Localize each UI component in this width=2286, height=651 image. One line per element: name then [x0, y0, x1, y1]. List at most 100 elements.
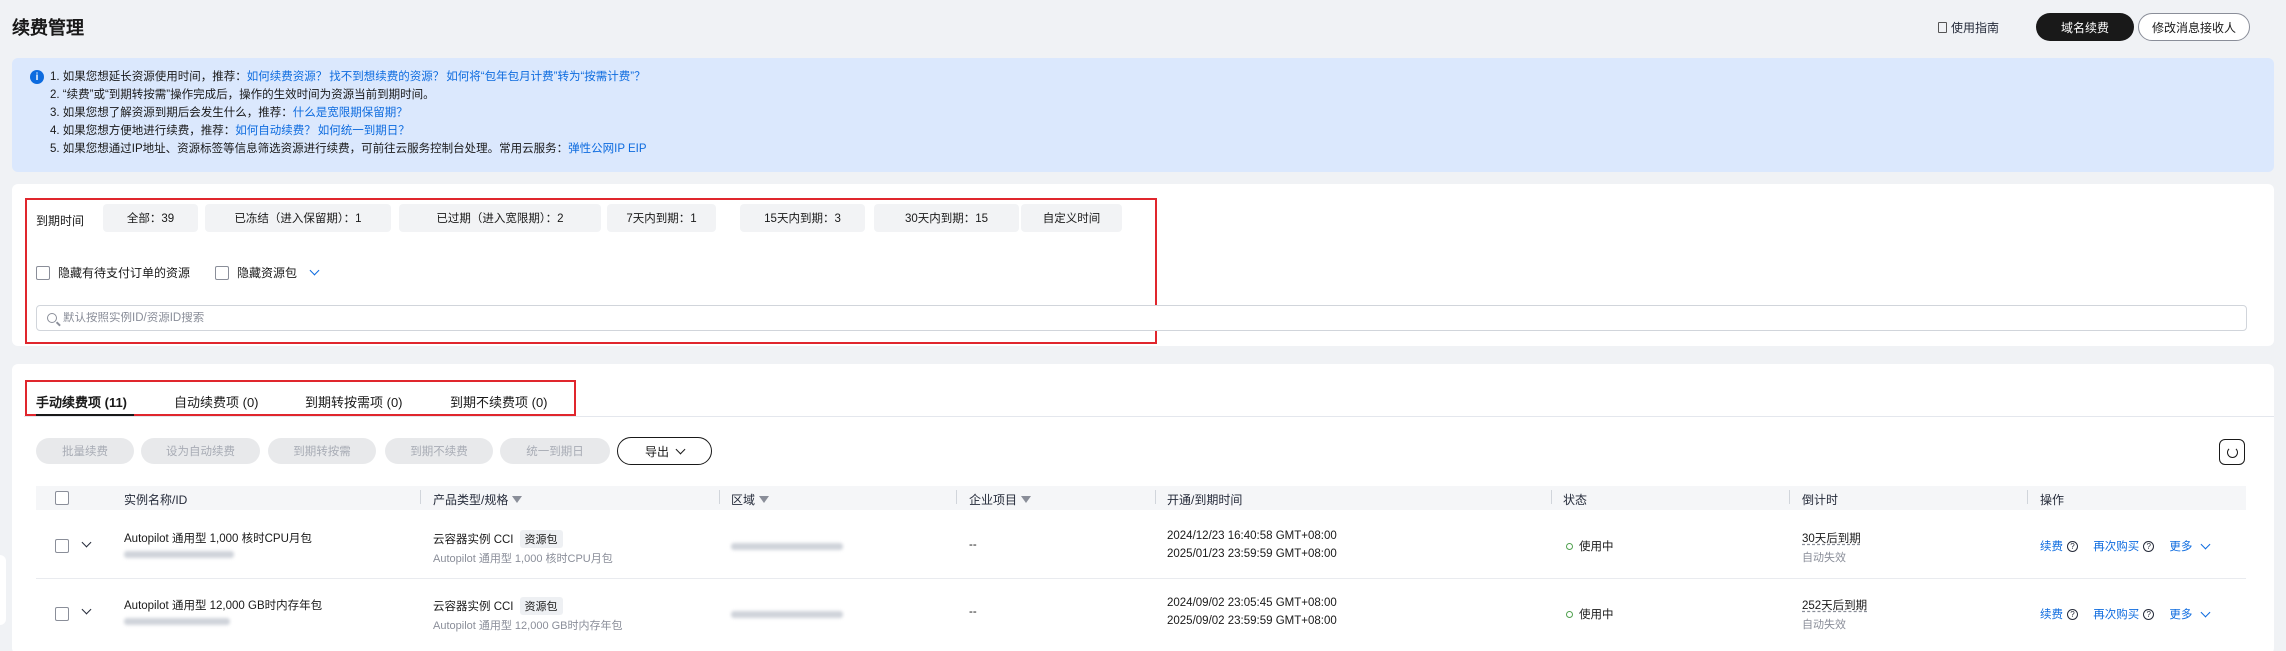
tab-to-pay-per-use[interactable]: 到期转按需项 (0) — [305, 392, 403, 411]
notice-line-2: 2. “续费”或“到期转按需”操作完成后，操作的生效时间为资源当前到期时间。 — [50, 86, 2260, 104]
notice-link[interactable]: 找不到想续费的资源？ — [329, 71, 444, 83]
help-icon[interactable]: ? — [2067, 540, 2078, 552]
hide-pending-orders-label: 隐藏有待支付订单的资源 — [58, 266, 191, 280]
help-icon[interactable]: ? — [2143, 608, 2155, 620]
chip-7days[interactable]: 7天内到期：1 — [607, 204, 716, 232]
tab-manual-renewal[interactable]: 手动续费项 (11) — [36, 392, 127, 411]
search-icon — [47, 313, 57, 323]
col-label: 企业项目 — [969, 493, 1018, 507]
expiry-filter-label: 到期时间 — [36, 214, 85, 228]
product-name: 云容器实例 CCI — [433, 601, 514, 613]
col-countdown: 倒计时 — [1802, 491, 1838, 508]
product-type: 云容器实例 CCI 资源包 — [433, 597, 563, 615]
filter-icon[interactable] — [759, 496, 770, 503]
filter-icon[interactable] — [1021, 496, 1032, 503]
instance-id-masked — [124, 616, 230, 628]
product-name: 云容器实例 CCI — [433, 534, 514, 546]
more-label: 更多 — [2169, 609, 2193, 621]
countdown: 252天后到期 — [1802, 600, 1868, 612]
notice-link[interactable]: 弹性公网IP EIP — [568, 143, 646, 155]
hide-resource-packages-option[interactable]: 隐藏资源包 — [215, 264, 320, 281]
rebuy-label: 再次购买 — [2093, 541, 2140, 553]
status: 使用中 — [1566, 606, 1614, 622]
column-divider — [719, 490, 720, 504]
resource-package-tag: 资源包 — [519, 530, 563, 548]
resource-package-tag: 资源包 — [519, 597, 563, 615]
notice-line-3: 3. 如果您想了解资源到期后会发生什么，推荐：什么是宽限期保留期？ — [50, 104, 2260, 122]
usage-guide-link[interactable]: 使用指南 — [1938, 19, 1999, 36]
product-type: 云容器实例 CCI 资源包 — [433, 530, 563, 548]
instance-id-masked — [124, 549, 234, 561]
help-icon[interactable]: ? — [2143, 540, 2155, 552]
column-divider — [1155, 490, 1156, 504]
row-checkbox[interactable] — [55, 607, 69, 621]
modify-recipient-button[interactable]: 修改消息接收人 — [2138, 13, 2250, 41]
col-open-expiry-time: 开通/到期时间 — [1167, 491, 1242, 508]
hide-pending-orders-option[interactable]: 隐藏有待支付订单的资源 — [36, 264, 190, 281]
enterprise-project: -- — [969, 606, 977, 618]
notice-text: 4. 如果您想方便地进行续费，推荐： — [50, 125, 236, 137]
refresh-button[interactable] — [2219, 439, 2245, 465]
row-operations: 续费? 再次购买? 更多 — [2040, 538, 2211, 554]
renew-link[interactable]: 续费? — [2040, 538, 2078, 554]
col-label: 操作 — [2040, 493, 2065, 507]
chip-all[interactable]: 全部：39 — [103, 204, 198, 232]
tab-divider — [24, 416, 2274, 417]
notice-link[interactable]: 如何将“包年包月计费”转为“按需计费”？ — [446, 71, 645, 83]
notice-link[interactable]: 如何续费资源？ — [247, 71, 328, 83]
page-title: 续费管理 — [12, 18, 84, 38]
filter-icon[interactable] — [512, 496, 523, 503]
more-dropdown[interactable]: 更多 — [2169, 538, 2211, 554]
renew-link[interactable]: 续费? — [2040, 606, 2078, 622]
region-masked — [731, 541, 843, 553]
rebuy-link[interactable]: 再次购买? — [2093, 606, 2155, 622]
rebuy-link[interactable]: 再次购买? — [2093, 538, 2155, 554]
to-pay-per-use-button[interactable]: 到期转按需 — [268, 438, 376, 464]
col-label: 开通/到期时间 — [1167, 493, 1243, 507]
set-auto-renew-button[interactable]: 设为自动续费 — [141, 438, 260, 464]
col-label: 实例名称/ID — [124, 493, 188, 507]
notice-link[interactable]: 如何统一到期日？ — [318, 125, 410, 137]
domain-renew-button[interactable]: 域名续费 — [2036, 13, 2134, 41]
side-panel-handle[interactable] — [0, 555, 6, 625]
select-all-checkbox[interactable] — [55, 491, 69, 505]
row-checkbox[interactable] — [55, 539, 69, 553]
countdown-note: 自动失效 — [1802, 552, 1846, 564]
chevron-down-icon[interactable] — [309, 265, 320, 276]
status-dot-icon — [1566, 543, 1573, 551]
col-label: 倒计时 — [1802, 493, 1839, 507]
export-label: 导出 — [644, 444, 669, 459]
chip-expired[interactable]: 已过期（进入宽限期）：2 — [399, 204, 601, 232]
chip-frozen[interactable]: 已冻结（进入保留期）：1 — [205, 204, 391, 232]
notice-link[interactable]: 如何自动续费？ — [235, 125, 316, 137]
col-enterprise-project: 企业项目 — [969, 491, 1032, 508]
chip-15days[interactable]: 15天内到期：3 — [740, 204, 865, 232]
search-input[interactable] — [63, 312, 2163, 324]
help-icon[interactable]: ? — [2067, 608, 2078, 620]
notice-link[interactable]: 什么是宽限期保留期？ — [293, 107, 408, 119]
info-icon: i — [30, 70, 44, 84]
more-dropdown[interactable]: 更多 — [2169, 606, 2211, 622]
col-operations: 操作 — [2040, 491, 2064, 508]
hide-pending-orders-checkbox[interactable] — [36, 265, 50, 280]
search-box[interactable] — [36, 305, 2247, 331]
instance-name: Autopilot 通用型 12,000 GB时内存年包 — [124, 600, 323, 612]
batch-renew-button[interactable]: 批量续费 — [36, 438, 134, 464]
page-header: 续费管理 使用指南 域名续费 修改消息接收人 — [0, 0, 2286, 52]
chevron-down-icon — [2200, 539, 2211, 549]
export-button[interactable]: 导出 — [617, 437, 712, 465]
chip-30days[interactable]: 30天内到期：15 — [874, 204, 1019, 232]
col-label: 产品类型/规格 — [433, 493, 509, 507]
tab-no-renewal[interactable]: 到期不续费项 (0) — [450, 392, 548, 411]
unify-expiry-button[interactable]: 统一到期日 — [500, 438, 610, 464]
hide-resource-packages-checkbox[interactable] — [215, 265, 229, 280]
col-region: 区域 — [731, 491, 770, 508]
open-time: 2024/09/02 23:05:45 GMT+08:00 — [1167, 597, 1337, 609]
column-divider — [420, 490, 421, 504]
chip-custom-time[interactable]: 自定义时间 — [1021, 204, 1122, 232]
status-dot-icon — [1566, 611, 1573, 619]
active-tab-indicator — [36, 414, 134, 416]
no-renewal-button[interactable]: 到期不续费 — [385, 438, 493, 464]
notice-line-5: 5. 如果您想通过IP地址、资源标签等信息筛选资源进行续费，可前往云服务控制台处… — [50, 140, 2260, 158]
tab-auto-renewal[interactable]: 自动续费项 (0) — [174, 392, 259, 411]
